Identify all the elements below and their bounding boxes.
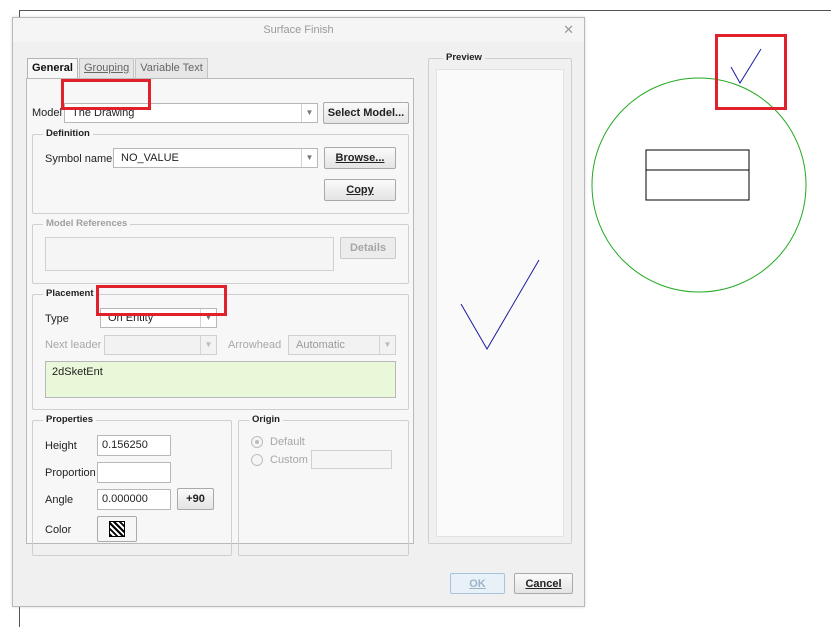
model-label: Model bbox=[32, 107, 62, 119]
preview-title: Preview bbox=[443, 52, 485, 63]
arrowhead-label: Arrowhead bbox=[228, 339, 282, 351]
next-leader-label: Next leader bbox=[45, 339, 102, 351]
dialog-titlebar[interactable]: Surface Finish ✕ bbox=[13, 18, 584, 42]
preview-group: Preview bbox=[428, 52, 572, 544]
origin-default-radio[interactable] bbox=[251, 436, 263, 448]
tab-grouping[interactable]: Grouping bbox=[78, 58, 135, 78]
drawing-rectangle bbox=[645, 149, 750, 201]
origin-default-label: Default bbox=[270, 436, 305, 448]
plus90-button[interactable]: +90 bbox=[177, 488, 214, 510]
dialog-title: Surface Finish bbox=[263, 24, 334, 36]
height-input[interactable]: 0.156250 bbox=[97, 435, 171, 456]
symbol-name-value: NO_VALUE bbox=[121, 152, 179, 164]
origin-custom-label: Custom bbox=[270, 454, 308, 466]
tab-bar: General Grouping Variable Text bbox=[27, 58, 209, 79]
placement-title: Placement bbox=[43, 288, 97, 299]
close-icon[interactable]: ✕ bbox=[563, 18, 574, 42]
tab-general-label: General bbox=[32, 62, 73, 74]
drawing-surface-finish-symbol bbox=[730, 48, 762, 84]
type-value: On Entity bbox=[108, 312, 154, 324]
symbol-highlight bbox=[715, 34, 787, 110]
type-dropdown[interactable]: On Entity ▼ bbox=[100, 308, 217, 328]
cancel-label: Cancel bbox=[525, 578, 562, 590]
definition-group: Definition Symbol name NO_VALUE ▼ Browse… bbox=[32, 128, 409, 214]
angle-input[interactable]: 0.000000 bbox=[97, 489, 171, 510]
drawing-frame-top bbox=[19, 10, 831, 11]
surface-finish-dialog: Surface Finish ✕ General Grouping Variab… bbox=[12, 17, 585, 607]
model-dropdown[interactable]: The Drawing ▼ bbox=[64, 103, 318, 123]
properties-title: Properties bbox=[43, 414, 96, 425]
placement-entity-list[interactable]: 2dSketEnt bbox=[45, 361, 396, 398]
placement-group: Placement Type On Entity ▼ Next leader ▼… bbox=[32, 288, 409, 410]
definition-title: Definition bbox=[43, 128, 93, 139]
model-references-title: Model References bbox=[43, 218, 131, 229]
arrowhead-value: Automatic bbox=[296, 339, 345, 351]
drawing-circle bbox=[591, 77, 807, 293]
origin-custom-radio[interactable] bbox=[251, 454, 263, 466]
preview-canvas bbox=[436, 69, 564, 537]
chevron-down-icon: ▼ bbox=[200, 309, 216, 327]
cancel-button[interactable]: Cancel bbox=[514, 573, 573, 594]
ok-button[interactable]: OK bbox=[450, 573, 505, 594]
arrowhead-dropdown[interactable]: Automatic ▼ bbox=[288, 335, 396, 355]
placement-entity-item[interactable]: 2dSketEnt bbox=[52, 366, 103, 378]
proportion-label: Proportion bbox=[45, 467, 96, 479]
properties-group: Properties Height 0.156250 Proportion An… bbox=[32, 414, 232, 556]
select-model-button[interactable]: Select Model... bbox=[323, 102, 409, 124]
details-button[interactable]: Details bbox=[340, 237, 396, 259]
symbol-name-dropdown[interactable]: NO_VALUE ▼ bbox=[113, 148, 318, 168]
chevron-down-icon: ▼ bbox=[301, 104, 317, 122]
preview-checkmark-symbol bbox=[460, 259, 540, 350]
browse-label: Browse... bbox=[335, 152, 385, 164]
color-picker-button[interactable] bbox=[97, 516, 137, 542]
next-leader-dropdown[interactable]: ▼ bbox=[104, 335, 217, 355]
angle-label: Angle bbox=[45, 494, 74, 506]
symbol-name-label: Symbol name bbox=[45, 153, 113, 165]
proportion-input[interactable] bbox=[97, 462, 171, 483]
copy-label: Copy bbox=[346, 184, 374, 196]
tab-variable-text[interactable]: Variable Text bbox=[135, 58, 208, 78]
origin-group: Origin Default Custom bbox=[238, 414, 409, 556]
height-label: Height bbox=[45, 440, 77, 452]
ok-label: OK bbox=[469, 578, 486, 590]
tab-general[interactable]: General bbox=[27, 58, 78, 79]
tab-grouping-label: Grouping bbox=[83, 62, 130, 74]
hatch-pattern-icon bbox=[109, 521, 125, 537]
chevron-down-icon: ▼ bbox=[200, 336, 216, 354]
tab-variable-text-label: Variable Text bbox=[140, 62, 203, 74]
chevron-down-icon: ▼ bbox=[379, 336, 395, 354]
origin-title: Origin bbox=[249, 414, 283, 425]
browse-button[interactable]: Browse... bbox=[324, 147, 396, 169]
copy-button[interactable]: Copy bbox=[324, 179, 396, 201]
general-tab-panel: Model The Drawing ▼ Select Model... Defi… bbox=[26, 78, 414, 556]
model-references-list bbox=[45, 237, 334, 271]
color-label: Color bbox=[45, 524, 72, 536]
model-value: The Drawing bbox=[72, 107, 135, 119]
origin-custom-input[interactable] bbox=[311, 450, 392, 469]
chevron-down-icon: ▼ bbox=[301, 149, 317, 167]
type-label: Type bbox=[45, 313, 69, 325]
model-references-group: Model References Details bbox=[32, 218, 409, 284]
